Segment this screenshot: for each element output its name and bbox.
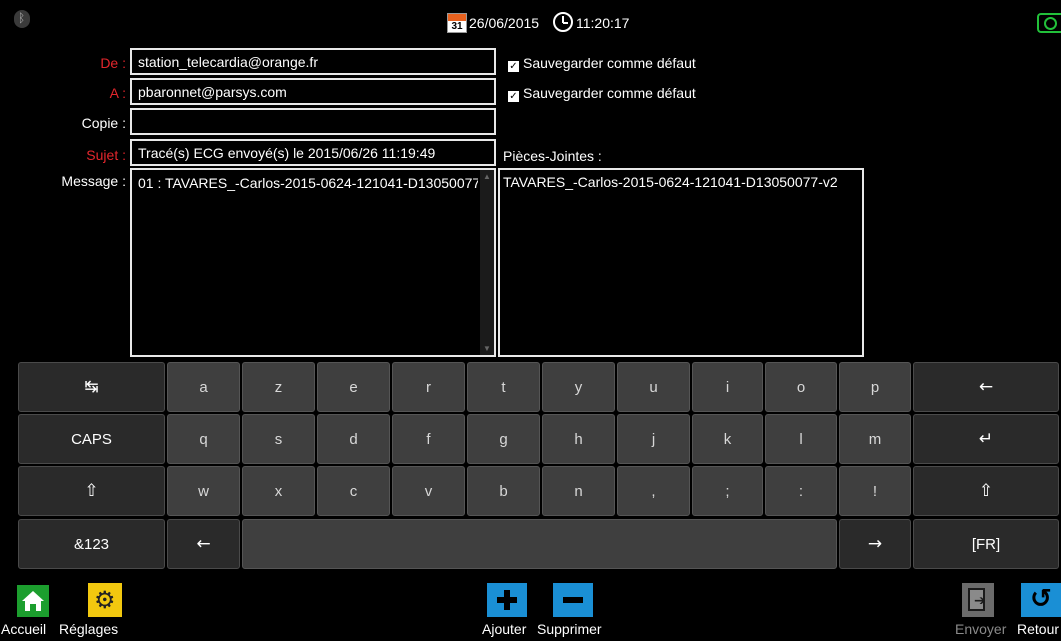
to-field[interactable]: pbaronnet@parsys.com [130, 78, 496, 105]
caps-key[interactable]: CAPS [18, 414, 165, 464]
key-k[interactable]: k [692, 414, 763, 464]
save-default-to-label: Sauvegarder comme défaut [523, 85, 696, 101]
scroll-down-icon[interactable]: ▼ [480, 344, 494, 353]
subject-field[interactable]: Tracé(s) ECG envoyé(s) le 2015/06/26 11:… [130, 139, 496, 166]
back-icon[interactable]: ↺ [1021, 583, 1061, 617]
home-label[interactable]: Accueil [1, 621, 46, 637]
key-comma[interactable]: , [617, 466, 690, 516]
key-p[interactable]: p [839, 362, 911, 412]
bluetooth-icon: ᛒ [14, 10, 30, 28]
home-icon[interactable] [17, 585, 49, 617]
search-icon[interactable] [1037, 13, 1061, 33]
send-icon[interactable]: ➔ [962, 583, 994, 617]
key-t[interactable]: t [467, 362, 540, 412]
shift-key-right[interactable]: ⇧ [913, 466, 1059, 516]
checkbox-checked-icon[interactable]: ✓ [508, 91, 519, 102]
from-label: De : [100, 55, 126, 71]
message-text: 01 : TAVARES_-Carlos-2015-0624-121041-D1… [138, 175, 478, 191]
attachment-item[interactable]: TAVARES_-Carlos-2015-0624-121041-D130500… [503, 174, 861, 190]
cc-field[interactable] [130, 108, 496, 135]
symbols-key[interactable]: &123 [18, 519, 165, 569]
save-default-from-label: Sauvegarder comme défaut [523, 55, 696, 71]
key-h[interactable]: h [542, 414, 615, 464]
clock-icon [553, 12, 573, 32]
calendar-icon: 31 [447, 13, 467, 33]
key-i[interactable]: i [692, 362, 763, 412]
key-y[interactable]: y [542, 362, 615, 412]
message-label: Message : [61, 173, 126, 189]
key-b[interactable]: b [467, 466, 540, 516]
scroll-up-icon[interactable]: ▲ [480, 172, 494, 181]
key-exclamation[interactable]: ! [839, 466, 911, 516]
key-w[interactable]: w [167, 466, 240, 516]
language-key[interactable]: [FR] [913, 519, 1059, 569]
key-x[interactable]: x [242, 466, 315, 516]
back-label[interactable]: Retour [1017, 621, 1059, 637]
key-g[interactable]: g [467, 414, 540, 464]
status-date: 26/06/2015 [469, 15, 540, 31]
add-label[interactable]: Ajouter [482, 621, 526, 637]
key-a[interactable]: a [167, 362, 240, 412]
enter-key[interactable]: ↵ [913, 414, 1059, 464]
message-scrollbar[interactable]: ▲ ▼ [480, 170, 494, 355]
subject-label: Sujet : [86, 147, 126, 163]
key-v[interactable]: v [392, 466, 465, 516]
key-colon[interactable]: : [765, 466, 837, 516]
key-j[interactable]: j [617, 414, 690, 464]
to-label: A : [109, 85, 126, 101]
key-o[interactable]: o [765, 362, 837, 412]
status-time: 11:20:17 [576, 15, 630, 31]
from-field[interactable]: station_telecardia@orange.fr [130, 48, 496, 75]
checkbox-checked-icon[interactable]: ✓ [508, 61, 519, 72]
key-z[interactable]: z [242, 362, 315, 412]
attachments-list[interactable]: TAVARES_-Carlos-2015-0624-121041-D130500… [498, 168, 864, 357]
key-s[interactable]: s [242, 414, 315, 464]
virtual-keyboard: ↹ a z e r t y u i o p ← CAPS q s d f g h… [0, 362, 1061, 572]
backspace-key[interactable]: ← [913, 362, 1059, 412]
key-semicolon[interactable]: ; [692, 466, 763, 516]
save-default-to-checkbox[interactable]: ✓ Sauvegarder comme défaut [508, 85, 696, 102]
settings-label[interactable]: Réglages [59, 621, 118, 637]
key-q[interactable]: q [167, 414, 240, 464]
right-arrow-key[interactable]: → [839, 519, 911, 569]
remove-label[interactable]: Supprimer [537, 621, 602, 637]
key-u[interactable]: u [617, 362, 690, 412]
left-arrow-key[interactable]: ← [167, 519, 240, 569]
shift-key-left[interactable]: ⇧ [18, 466, 165, 516]
key-n[interactable]: n [542, 466, 615, 516]
key-f[interactable]: f [392, 414, 465, 464]
key-d[interactable]: d [317, 414, 390, 464]
key-c[interactable]: c [317, 466, 390, 516]
cc-label: Copie : [81, 115, 126, 131]
send-label[interactable]: Envoyer [955, 621, 1006, 637]
key-r[interactable]: r [392, 362, 465, 412]
space-key[interactable] [242, 519, 837, 569]
attachments-label: Pièces-Jointes : [503, 148, 602, 164]
remove-icon[interactable] [553, 583, 593, 617]
tab-key[interactable]: ↹ [18, 362, 165, 412]
key-e[interactable]: e [317, 362, 390, 412]
key-l[interactable]: l [765, 414, 837, 464]
key-m[interactable]: m [839, 414, 911, 464]
settings-icon[interactable]: ⚙ [88, 583, 122, 617]
message-textarea[interactable]: 01 : TAVARES_-Carlos-2015-0624-121041-D1… [130, 168, 496, 357]
save-default-from-checkbox[interactable]: ✓ Sauvegarder comme défaut [508, 55, 696, 72]
add-icon[interactable] [487, 583, 527, 617]
status-bar: ᛒ 31 26/06/2015 11:20:17 [0, 0, 1061, 44]
calendar-day: 31 [451, 21, 463, 32]
